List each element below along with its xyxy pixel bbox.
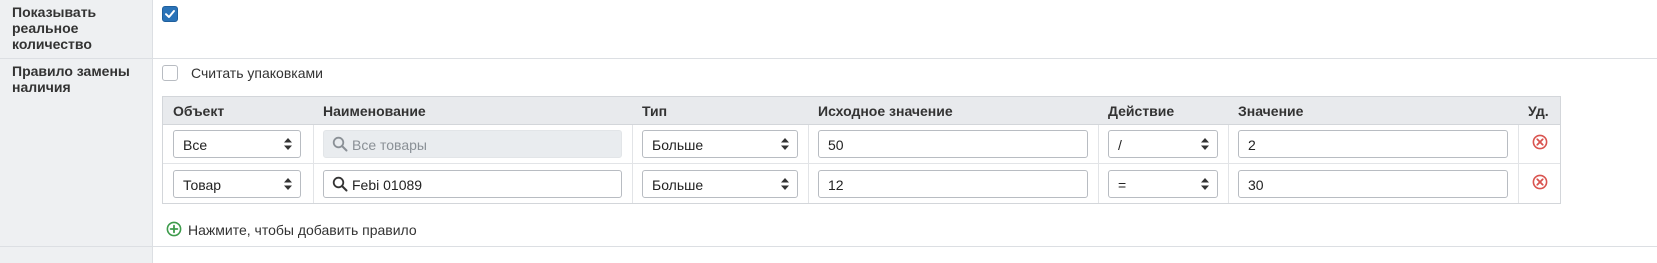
show-real-qty-checkbox[interactable] [162, 6, 178, 22]
type-select-value: Больше [652, 177, 704, 193]
object-select-value: Товар [183, 177, 222, 193]
plus-circle-icon [166, 221, 182, 237]
value-text: 2 [1248, 137, 1256, 153]
source-value-text: 12 [828, 177, 844, 193]
add-rule-label: Нажмите, чтобы добавить правило [188, 222, 417, 238]
action-select[interactable]: / [1108, 130, 1218, 158]
row-divider [163, 163, 1560, 164]
type-select[interactable]: Больше [642, 130, 798, 158]
action-select-value: = [1118, 177, 1127, 193]
product-search-input[interactable]: Все товары [323, 130, 622, 158]
updown-arrows-icon [781, 138, 789, 150]
updown-arrows-icon [1201, 138, 1209, 150]
rules-table-header: Объект Наименование Тип Исходное значени… [163, 97, 1560, 125]
show-real-qty-label: Показывать реальное количество [12, 4, 97, 52]
updown-arrows-icon [284, 138, 292, 150]
col-delete: Уд. [1528, 103, 1549, 119]
updown-arrows-icon [284, 178, 292, 190]
source-value-input[interactable]: 50 [818, 130, 1088, 158]
col-divider [1098, 125, 1099, 203]
object-select-value: Все [183, 137, 208, 153]
col-divider [1228, 125, 1229, 203]
delete-rule-icon[interactable] [1532, 174, 1548, 190]
type-select[interactable]: Больше [642, 170, 798, 198]
count-packages-label[interactable]: Считать упаковками [191, 65, 323, 81]
product-search-placeholder: Все товары [352, 137, 427, 153]
search-icon [332, 136, 348, 152]
search-icon [332, 176, 348, 192]
object-select[interactable]: Товар [173, 170, 301, 198]
row-divider [0, 58, 1657, 59]
count-packages-checkbox[interactable] [162, 65, 178, 81]
col-divider [808, 125, 809, 203]
checkmark-icon [165, 10, 175, 18]
action-select[interactable]: = [1108, 170, 1218, 198]
availability-rule-label: Правило замены наличия [12, 63, 130, 95]
col-divider [632, 125, 633, 203]
product-search-value: Febi 01089 [352, 177, 423, 193]
product-search-input[interactable]: Febi 01089 [323, 170, 622, 198]
col-divider [313, 125, 314, 203]
col-value: Значение [1238, 103, 1304, 119]
col-name: Наименование [323, 103, 426, 119]
type-select-value: Больше [652, 137, 704, 153]
col-object: Объект [173, 103, 225, 119]
updown-arrows-icon [1201, 178, 1209, 190]
col-action: Действие [1108, 103, 1175, 119]
value-input[interactable]: 30 [1238, 170, 1508, 198]
value-input[interactable]: 2 [1238, 130, 1508, 158]
source-value-input[interactable]: 12 [818, 170, 1088, 198]
rules-table: Объект Наименование Тип Исходное значени… [162, 96, 1561, 204]
action-select-value: / [1118, 137, 1122, 153]
row-divider [0, 246, 1657, 247]
col-source-value: Исходное значение [818, 103, 953, 119]
col-type: Тип [642, 103, 668, 119]
source-value-text: 50 [828, 137, 844, 153]
updown-arrows-icon [781, 178, 789, 190]
delete-rule-icon[interactable] [1532, 134, 1548, 150]
object-select[interactable]: Все [173, 130, 301, 158]
col-divider [1518, 125, 1519, 203]
value-text: 30 [1248, 177, 1264, 193]
